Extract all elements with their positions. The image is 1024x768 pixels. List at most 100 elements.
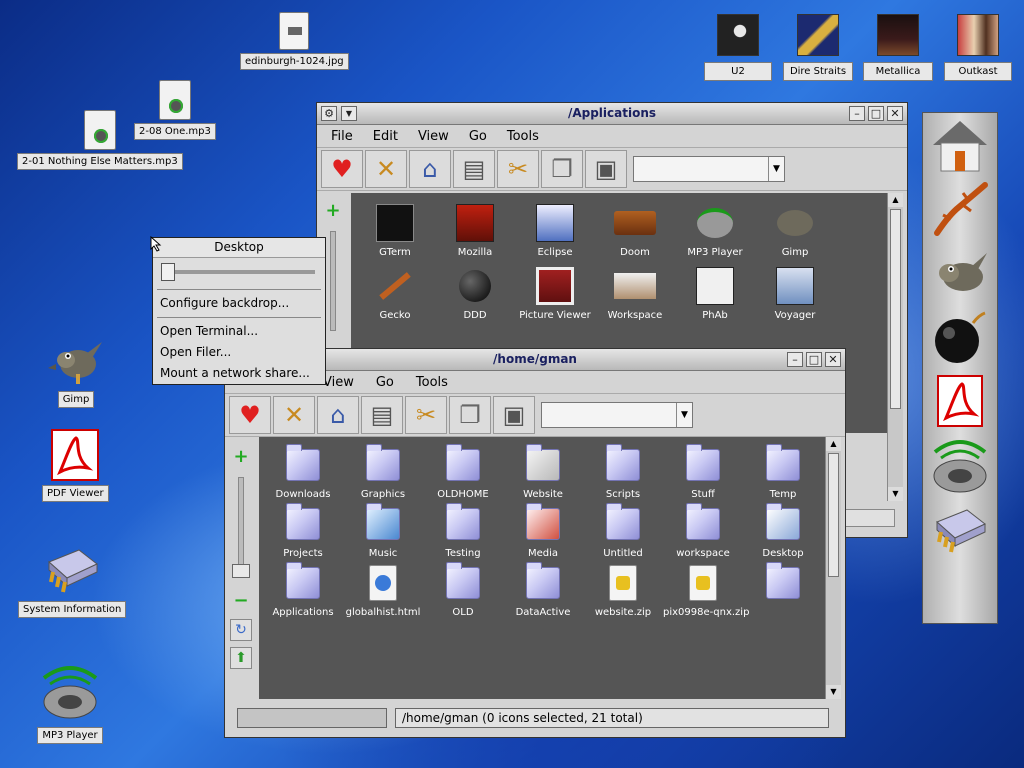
paste-clipboard-icon[interactable]: ▣: [493, 396, 535, 434]
scroll-up-icon[interactable]: ▲: [888, 193, 903, 207]
menu-edit[interactable]: Edit: [373, 129, 398, 144]
file-item[interactable]: PhAb: [675, 264, 755, 321]
file-item[interactable]: MP3 Player: [675, 201, 755, 258]
menu-item-configure-backdrop[interactable]: Configure backdrop...: [153, 293, 325, 314]
dock-system-information[interactable]: [923, 497, 997, 561]
zoom-slider[interactable]: [232, 477, 250, 578]
computer-icon[interactable]: ▤: [453, 150, 495, 188]
album-u2[interactable]: U2: [703, 14, 773, 81]
desktop-launcher-gimp[interactable]: Gimp: [46, 334, 106, 408]
file-item[interactable]: Doom: [595, 201, 675, 258]
menu-file[interactable]: File: [331, 129, 353, 144]
maximize-icon[interactable]: □: [868, 106, 884, 121]
refresh-icon[interactable]: ↻: [230, 619, 252, 641]
menu-view[interactable]: View: [418, 129, 449, 144]
folder-item[interactable]: Scripts: [583, 443, 663, 500]
cancel-x-icon[interactable]: ✕: [365, 150, 407, 188]
folder-item[interactable]: Testing: [423, 502, 503, 559]
file-item[interactable]: Gimp: [755, 201, 835, 258]
vertical-scrollbar[interactable]: ▲ ▼: [887, 193, 903, 501]
paste-clipboard-icon[interactable]: ▣: [585, 150, 627, 188]
dock-gimp[interactable]: [923, 241, 997, 305]
folder-item[interactable]: Desktop: [743, 502, 823, 559]
folder-item[interactable]: [743, 561, 823, 618]
menu-item-mount-network-share[interactable]: Mount a network share...: [153, 363, 325, 384]
chevron-down-icon[interactable]: ▼: [676, 403, 692, 427]
minimize-icon[interactable]: –: [849, 106, 865, 121]
folder-item[interactable]: Projects: [263, 502, 343, 559]
folder-item[interactable]: Temp: [743, 443, 823, 500]
folder-item[interactable]: OLDHOME: [423, 443, 503, 500]
desktop-launcher-mp3-player[interactable]: MP3 Player: [36, 660, 104, 744]
album-dire-straits[interactable]: Dire Straits: [783, 14, 853, 81]
file-item[interactable]: Workspace: [595, 264, 675, 321]
album-outkast[interactable]: Outkast: [943, 14, 1013, 81]
menu-go[interactable]: Go: [469, 129, 487, 144]
menu-go[interactable]: Go: [376, 375, 394, 390]
minimize-icon[interactable]: –: [787, 352, 803, 367]
parent-folder-icon[interactable]: ⬆: [230, 647, 252, 669]
folder-item[interactable]: Applications: [263, 561, 343, 618]
folder-item[interactable]: Website: [503, 443, 583, 500]
file-item[interactable]: GTerm: [355, 201, 435, 258]
album-metallica[interactable]: Metallica: [862, 14, 934, 81]
scroll-down-icon[interactable]: ▼: [826, 685, 841, 699]
copy-icon[interactable]: ❐: [541, 150, 583, 188]
desktop-launcher-system-information[interactable]: System Information: [18, 540, 127, 618]
cut-scissors-icon[interactable]: ✂: [405, 396, 447, 434]
favorites-heart-icon[interactable]: ♥: [321, 150, 363, 188]
folder-item[interactable]: Stuff: [663, 443, 743, 500]
scroll-thumb[interactable]: [890, 209, 901, 409]
zoom-in-icon[interactable]: +: [230, 447, 252, 469]
vertical-scrollbar[interactable]: ▲ ▼: [825, 437, 841, 699]
maximize-icon[interactable]: □: [806, 352, 822, 367]
file-item[interactable]: Picture Viewer: [515, 264, 595, 321]
desktop-file-edinburgh[interactable]: edinburgh-1024.jpg: [240, 12, 349, 70]
home-icon[interactable]: ⌂: [409, 150, 451, 188]
dock-bomb[interactable]: [923, 305, 997, 369]
window-titlebar[interactable]: ⚙ ▼ /Applications – □ ✕: [317, 103, 907, 125]
chevron-down-icon[interactable]: ▼: [768, 157, 784, 181]
folder-item[interactable]: Media: [503, 502, 583, 559]
file-item[interactable]: globalhist.html: [343, 561, 423, 618]
folder-item[interactable]: workspace: [663, 502, 743, 559]
file-item[interactable]: Voyager: [755, 264, 835, 321]
menu-item-open-filer[interactable]: Open Filer...: [153, 342, 325, 363]
slider-knob[interactable]: [232, 564, 250, 578]
close-icon[interactable]: ✕: [887, 106, 903, 121]
scroll-up-icon[interactable]: ▲: [826, 437, 841, 451]
dock-home[interactable]: [923, 113, 997, 177]
file-item[interactable]: Eclipse: [515, 201, 595, 258]
folder-item[interactable]: Downloads: [263, 443, 343, 500]
folder-item[interactable]: DataActive: [503, 561, 583, 618]
menu-tools[interactable]: Tools: [507, 129, 539, 144]
home-icon[interactable]: ⌂: [317, 396, 359, 434]
cancel-x-icon[interactable]: ✕: [273, 396, 315, 434]
folder-item[interactable]: Graphics: [343, 443, 423, 500]
folder-item[interactable]: Music: [343, 502, 423, 559]
menu-slider[interactable]: [159, 262, 319, 286]
zoom-slider[interactable]: [330, 231, 336, 331]
desktop-file-nothing-else-matters[interactable]: 2-01 Nothing Else Matters.mp3: [17, 110, 183, 170]
path-combo[interactable]: ▼: [633, 156, 785, 182]
computer-icon[interactable]: ▤: [361, 396, 403, 434]
menu-view[interactable]: View: [323, 375, 354, 390]
zoom-out-icon[interactable]: −: [230, 591, 252, 613]
file-item[interactable]: Mozilla: [435, 201, 515, 258]
scroll-down-icon[interactable]: ▼: [888, 487, 903, 501]
zoom-in-icon[interactable]: +: [322, 201, 344, 223]
folder-item[interactable]: Untitled: [583, 502, 663, 559]
scroll-thumb[interactable]: [828, 453, 839, 577]
close-icon[interactable]: ✕: [825, 352, 841, 367]
file-item[interactable]: website.zip: [583, 561, 663, 618]
desktop-launcher-pdf-viewer[interactable]: PDF Viewer: [42, 428, 109, 502]
favorites-heart-icon[interactable]: ♥: [229, 396, 271, 434]
path-combo[interactable]: ▼: [541, 402, 693, 428]
dock-speaker[interactable]: [923, 433, 997, 497]
copy-icon[interactable]: ❐: [449, 396, 491, 434]
dock-pdf[interactable]: [923, 369, 997, 433]
slider-knob[interactable]: [161, 263, 175, 281]
dock-gecko[interactable]: [923, 177, 997, 241]
home-window[interactable]: /home/gman – □ ✕ View Go Tools ♥ ✕ ⌂ ▤ ✂…: [224, 348, 846, 738]
cut-scissors-icon[interactable]: ✂: [497, 150, 539, 188]
